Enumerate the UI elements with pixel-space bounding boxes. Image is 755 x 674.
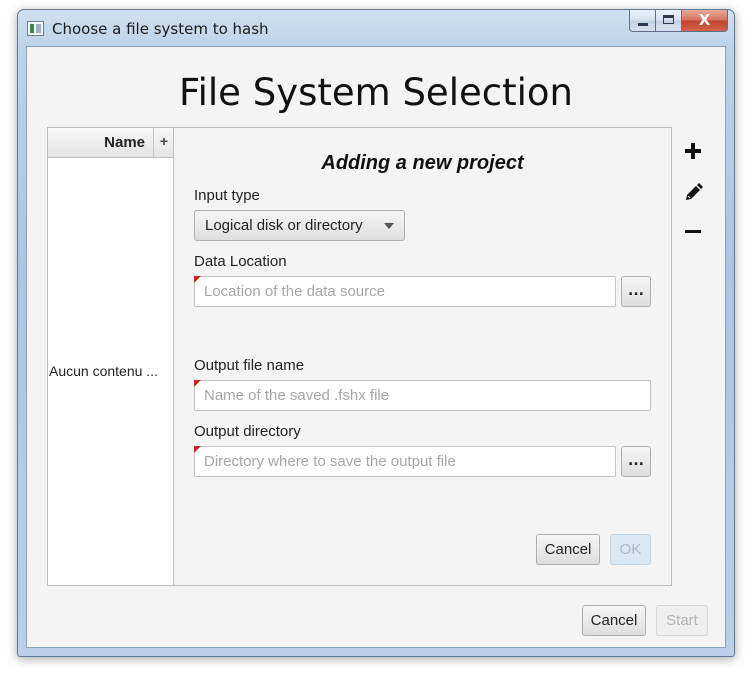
- project-list-header: Name +: [48, 128, 173, 158]
- minus-icon: [685, 230, 701, 233]
- data-location-input[interactable]: [194, 276, 616, 307]
- form-cancel-button[interactable]: Cancel: [536, 534, 600, 565]
- dialog-window: Choose a file system to hash X File Syst…: [17, 9, 735, 657]
- maximize-button[interactable]: [656, 10, 682, 32]
- form-title: Adding a new project: [321, 152, 524, 174]
- output-directory-label: Output directory: [194, 423, 301, 440]
- column-add-button[interactable]: +: [155, 128, 173, 157]
- new-project-form: Adding a new project Input type Logical …: [173, 127, 672, 586]
- dialog-content: File System Selection Name + Aucun conte…: [26, 46, 726, 648]
- required-marker: [194, 446, 201, 453]
- data-location-browse-button[interactable]: ...: [621, 276, 651, 307]
- title-bar[interactable]: Choose a file system to hash X: [18, 10, 734, 46]
- close-button[interactable]: X: [682, 10, 728, 32]
- empty-list-placeholder: Aucun contenu ...: [49, 363, 158, 379]
- dialog-cancel-button[interactable]: Cancel: [582, 605, 646, 636]
- chevron-down-icon: [384, 223, 394, 229]
- project-list[interactable]: Name + Aucun contenu ...: [47, 127, 174, 586]
- input-type-value: Logical disk or directory: [205, 217, 363, 234]
- remove-project-button[interactable]: [682, 220, 704, 244]
- maximize-icon: [663, 15, 674, 24]
- page-title: File System Selection: [179, 71, 573, 114]
- output-file-input[interactable]: [194, 380, 651, 411]
- start-button[interactable]: Start: [656, 605, 708, 636]
- data-location-label: Data Location: [194, 253, 287, 270]
- caption-buttons: X: [629, 10, 728, 32]
- close-icon: X: [698, 11, 711, 29]
- required-marker: [194, 380, 201, 387]
- form-ok-button[interactable]: OK: [610, 534, 651, 565]
- output-directory-input[interactable]: [194, 446, 616, 477]
- edit-project-button[interactable]: [682, 181, 704, 205]
- pencil-icon: [686, 183, 703, 200]
- minimize-button[interactable]: [629, 10, 656, 32]
- column-header-name[interactable]: Name: [48, 128, 154, 157]
- minimize-icon: [638, 23, 648, 26]
- app-icon: [27, 21, 44, 36]
- window-title: Choose a file system to hash: [52, 20, 269, 38]
- output-directory-browse-button[interactable]: ...: [621, 446, 651, 477]
- add-project-button[interactable]: [682, 140, 704, 164]
- input-type-label: Input type: [194, 187, 260, 204]
- output-file-label: Output file name: [194, 357, 305, 374]
- input-type-select[interactable]: Logical disk or directory: [194, 210, 405, 241]
- required-marker: [194, 276, 201, 283]
